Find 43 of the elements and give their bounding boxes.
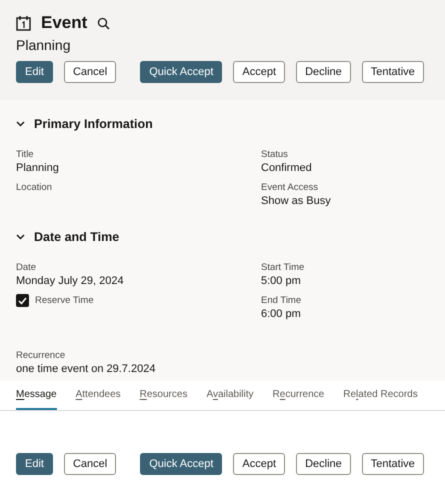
collapse-chevron-icon[interactable] — [16, 121, 25, 127]
action-button[interactable]: Accept — [233, 61, 286, 83]
search-icon[interactable] — [97, 16, 110, 30]
field-label: Event Access — [261, 181, 320, 194]
action-button[interactable]: Tentative — [362, 61, 424, 83]
field-label: Status — [261, 148, 289, 161]
field-label: Title — [16, 148, 35, 161]
primary-button[interactable]: Edit — [16, 61, 53, 83]
field-label: End Time — [261, 294, 302, 307]
tab[interactable]: Related Records — [343, 381, 418, 410]
field-value: 6:00 pm — [261, 307, 302, 322]
field-label: Location — [16, 181, 53, 194]
tab[interactable]: Resources — [140, 381, 188, 410]
action-button[interactable]: Cancel — [64, 453, 116, 475]
checkbox-label: Reserve Time — [35, 294, 94, 307]
field-value: Show as Busy — [261, 194, 332, 209]
record-subtitle: Planning — [16, 37, 72, 53]
tab[interactable]: Recurrence — [272, 381, 324, 410]
action-button[interactable]: Decline — [296, 453, 351, 475]
calendar-icon — [16, 15, 31, 31]
primary-button[interactable]: Edit — [16, 453, 53, 475]
field-label: Recurrence — [16, 349, 66, 362]
collapse-chevron-icon[interactable] — [16, 234, 25, 240]
field-value: one time event on 29.7.2024 — [16, 362, 156, 377]
page-title: Event — [41, 13, 88, 33]
action-button[interactable]: Accept — [233, 453, 286, 475]
action-button[interactable]: Tentative — [362, 453, 424, 475]
primary-button[interactable]: Quick Accept — [140, 61, 222, 83]
field-label: Date — [16, 261, 38, 274]
tab[interactable]: Message — [16, 381, 57, 410]
tab[interactable]: Attendees — [76, 381, 121, 410]
field-value: Monday July 29, 2024 — [16, 274, 125, 289]
field-label: Start Time — [261, 261, 306, 274]
field-value: Planning — [16, 161, 60, 176]
action-button[interactable]: Decline — [296, 61, 351, 83]
section-title: Date and Time — [34, 230, 120, 244]
primary-button[interactable]: Quick Accept — [140, 453, 222, 475]
action-button[interactable]: Cancel — [64, 61, 116, 83]
checkbox[interactable] — [16, 294, 29, 307]
field-value: Confirmed — [261, 161, 313, 176]
section-title: Primary Information — [34, 117, 153, 131]
field-value: 5:00 pm — [261, 274, 302, 289]
tab[interactable]: Availability — [206, 381, 254, 410]
